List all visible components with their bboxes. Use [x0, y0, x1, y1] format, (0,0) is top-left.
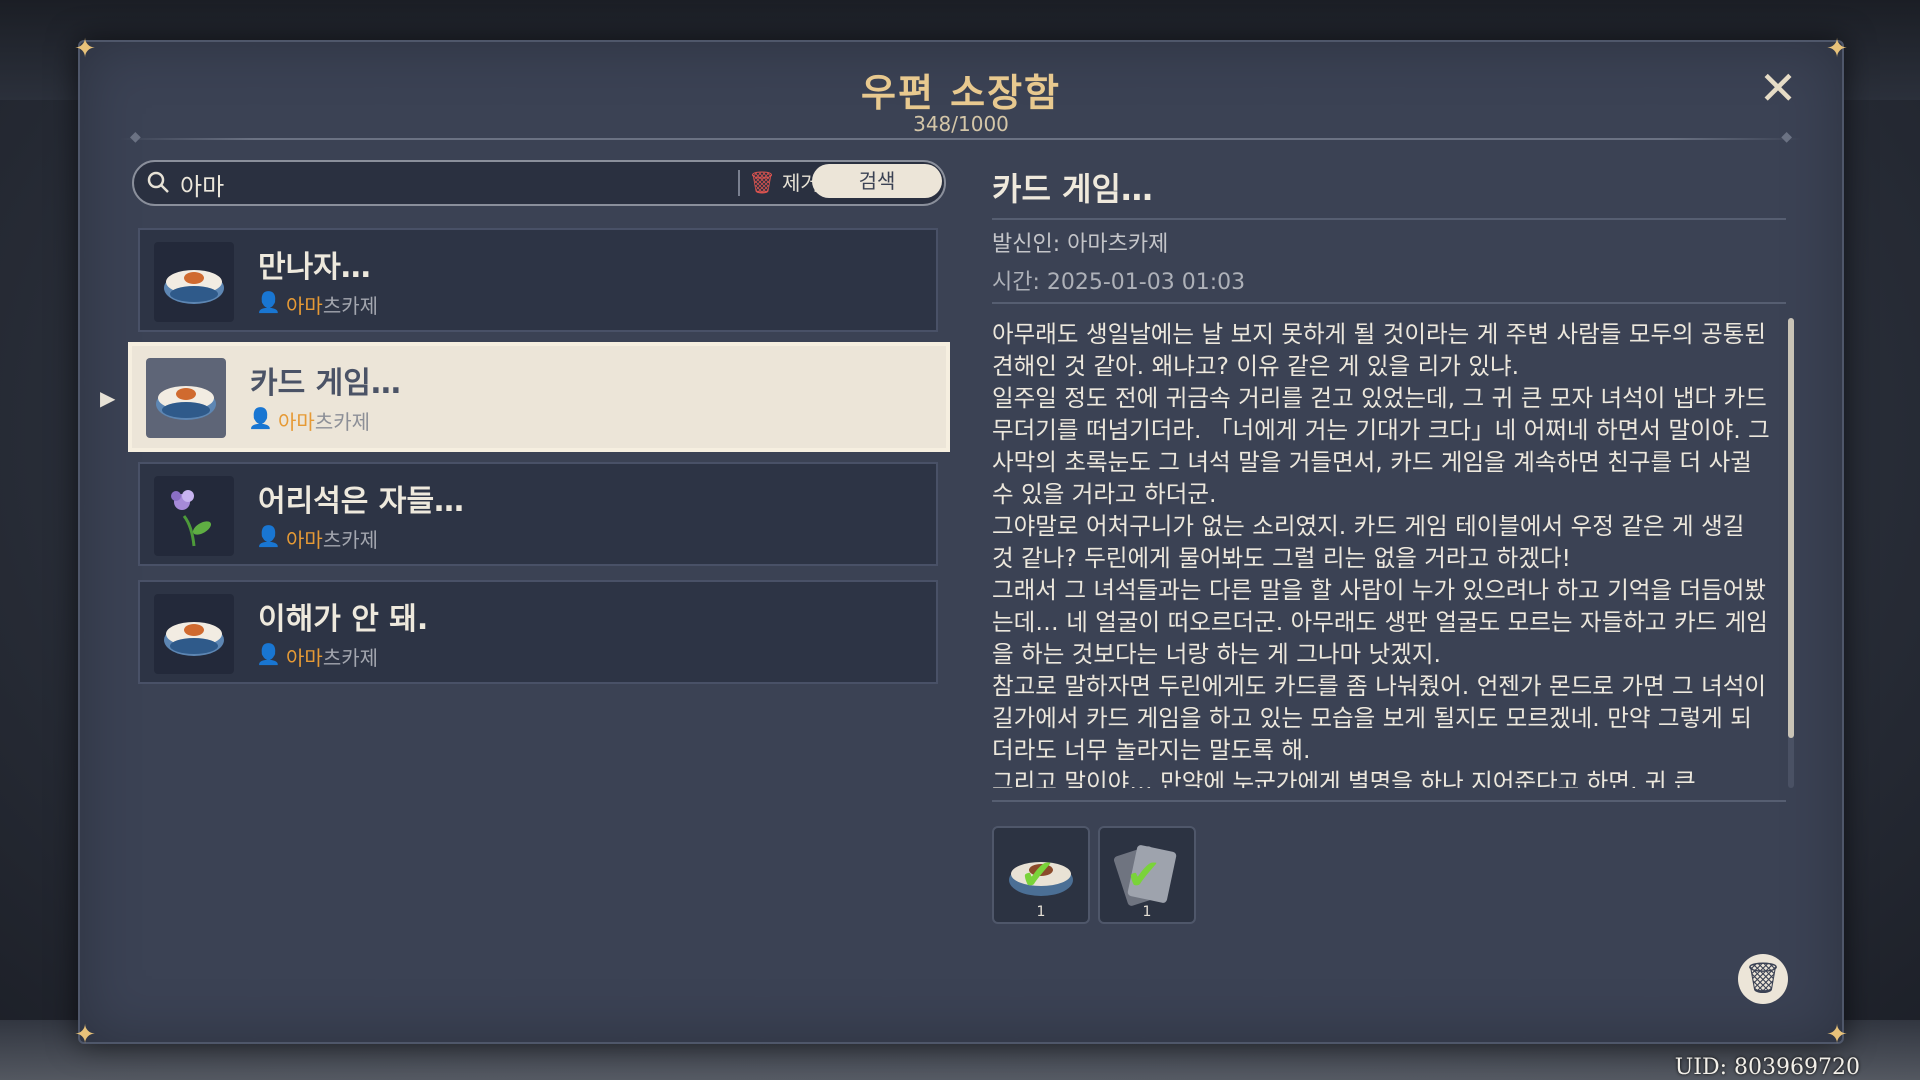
selected-arrow-icon: ▶ [100, 386, 116, 410]
corner-ornament-icon: ✦ [74, 34, 96, 64]
person-icon: 👤 [256, 642, 281, 666]
mail-item[interactable]: 이해가 안 돼. 👤 아마츠카제 [138, 580, 938, 684]
mail-title: 만나자… [258, 250, 371, 285]
attachment-qty: 1 [1142, 904, 1152, 920]
search-button[interactable]: 검색 [812, 164, 942, 198]
attachment-item[interactable]: ✔ 1 [992, 826, 1090, 924]
check-icon: ✔ [1020, 850, 1056, 899]
detail-divider [992, 218, 1786, 220]
mail-title: 이해가 안 돼. [258, 602, 429, 637]
mailbox-window: ✦ ✦ ✦ ✦ 우편 소장함 348/1000 ✕ 🗑제거 검색 만나자… 👤 … [74, 34, 1848, 1050]
flower-icon [154, 476, 234, 556]
detail-title: 카드 게임… [992, 170, 1153, 208]
mail-item[interactable]: 어리석은 자들… 👤 아마츠카제 [138, 462, 938, 566]
trash-icon: 🗑 [748, 171, 776, 196]
uid-label: UID: 803969720 [1674, 1055, 1860, 1080]
delete-button[interactable]: 🗑 [1738, 954, 1788, 1004]
body-paragraph: 아무래도 생일날에는 날 보지 못하게 될 것이라는 게 주변 사람들 모두의 … [992, 320, 1767, 380]
mail-count: 348/1000 [913, 112, 1009, 136]
close-icon[interactable]: ✕ [1754, 64, 1802, 112]
corner-ornament-icon: ✦ [1826, 34, 1848, 64]
attachment-qty: 1 [1036, 904, 1046, 920]
header-divider [120, 129, 1802, 145]
mail-sender: 아마츠카제 [286, 646, 379, 670]
search-bar: 🗑제거 검색 [132, 160, 946, 206]
body-scrollbar[interactable] [1788, 318, 1794, 788]
check-icon: ✔ [1126, 850, 1162, 899]
search-icon [146, 170, 172, 196]
mail-list: 만나자… 👤 아마츠카제 ▶ 카드 게임… 👤 아마츠카제 어리석은 자들… 👤… [100, 228, 950, 698]
detail-divider [992, 800, 1786, 802]
person-icon: 👤 [256, 290, 281, 314]
mail-item-selected[interactable]: ▶ 카드 게임… 👤 아마츠카제 [100, 342, 950, 452]
mail-title: 어리석은 자들… [258, 484, 465, 519]
rice-bowl-icon [146, 358, 226, 438]
mail-item[interactable]: 만나자… 👤 아마츠카제 [138, 228, 938, 332]
person-icon: 👤 [248, 406, 273, 430]
body-paragraph: 일주일 정도 전에 귀금속 거리를 걷고 있었는데, 그 귀 큰 모자 녀석이 … [992, 384, 1770, 508]
body-paragraph: 그야말로 어처구니가 없는 소리였지. 카드 게임 테이블에서 우정 같은 게 … [992, 512, 1745, 572]
scroll-thumb[interactable] [1788, 318, 1794, 738]
body-paragraph: 그리고 말이야… 만약에 누군가에게 별명을 하나 지어준다고 하면, 귀 큰 [992, 768, 1696, 788]
window-title: 우편 소장함 [860, 71, 1062, 115]
corner-ornament-icon: ✦ [74, 1020, 96, 1050]
mail-title: 카드 게임… [250, 366, 401, 401]
search-separator [738, 170, 740, 196]
rice-bowl-icon [154, 242, 234, 322]
detail-body: 아무래도 생일날에는 날 보지 못하게 될 것이라는 게 주변 사람들 모두의 … [992, 318, 1772, 788]
corner-ornament-icon: ✦ [1826, 1020, 1848, 1050]
mail-sender: 아마츠카제 [278, 410, 371, 434]
body-paragraph: 참고로 말하자면 두린에게도 카드를 좀 나눠줬어. 언젠가 몬드로 가면 그 … [992, 672, 1767, 764]
mail-sender: 아마츠카제 [286, 294, 379, 318]
person-icon: 👤 [256, 524, 281, 548]
body-paragraph: 그래서 그 녀석들과는 다른 말을 할 사람이 누가 있으려나 하고 기억을 더… [992, 576, 1768, 668]
search-input[interactable] [178, 166, 702, 202]
detail-sender: 발신인: 아마츠카제 [992, 232, 1169, 257]
rice-bowl-icon [154, 594, 234, 674]
detail-divider [992, 302, 1786, 304]
attachment-item[interactable]: ✔ 1 [1098, 826, 1196, 924]
detail-time: 시간: 2025-01-03 01:03 [992, 270, 1246, 295]
mail-sender: 아마츠카제 [286, 528, 379, 552]
